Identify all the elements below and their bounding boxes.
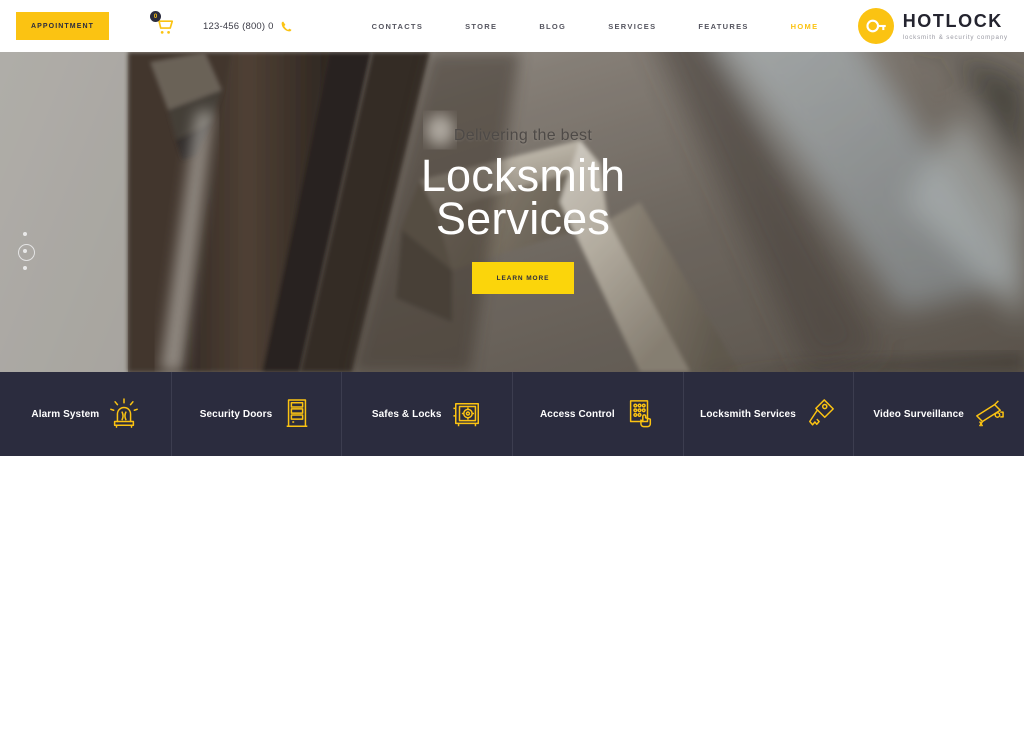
nav-item-home[interactable]: HOME	[770, 22, 840, 31]
phone-number: 123-456 (800) 0	[203, 20, 274, 32]
nav-item-features[interactable]: FEATURES	[677, 22, 769, 31]
site-logo[interactable]: HOTLOCK locksmith & security company	[857, 8, 1008, 44]
hero-slider: Delivering the best Locksmith Services L…	[0, 52, 1024, 372]
hero-title-line-2: Services	[435, 193, 611, 244]
service-label: Safes & Locks	[371, 408, 442, 420]
hero-content: Delivering the best Locksmith Services L…	[0, 52, 1024, 372]
key-icon	[808, 399, 834, 426]
shopping-cart-button[interactable]: 0	[150, 11, 175, 37]
service-label: Video Surveillance	[873, 408, 964, 420]
service-item-alarm-system[interactable]: Alarm System	[0, 372, 171, 456]
slider-dot-3[interactable]	[23, 266, 27, 270]
logo-text-block: HOTLOCK locksmith & security company	[903, 12, 1008, 41]
main-navigation: CONTACTS STORE BLOG SERVICES FEATURES HO…	[351, 22, 840, 31]
nav-item-services[interactable]: SERVICES	[587, 22, 677, 31]
service-item-security-doors[interactable]: Security Doors	[170, 372, 342, 456]
cart-count-badge: 0	[150, 11, 161, 22]
logo-tagline: locksmith & security company	[902, 33, 1008, 41]
alarm-siren-icon	[110, 398, 139, 428]
top-navigation-bar: APPOINTMENT 0 123-456 (800) 0 CONTACTS S…	[0, 0, 1024, 52]
hero-title: Locksmith Services	[420, 150, 626, 244]
hero-learn-more-button[interactable]: LEARN MORE	[472, 262, 574, 294]
services-quicklinks-bar: Alarm System Security Doors Safes & Lock…	[0, 372, 1024, 456]
slider-pagination	[17, 232, 35, 270]
hero-subtitle: Delivering the best	[453, 127, 593, 144]
service-item-access-control[interactable]: Access Control	[512, 372, 683, 456]
safe-icon	[452, 402, 479, 427]
welcome-section: Welcome We provide services for multiple…	[0, 456, 1024, 745]
nav-item-store[interactable]: STORE	[444, 22, 518, 31]
slider-dot-2[interactable]	[17, 243, 35, 261]
nav-item-contacts[interactable]: CONTACTS	[351, 22, 445, 31]
logo-title: HOTLOCK	[902, 10, 1003, 31]
keypad-hand-icon	[629, 400, 651, 428]
security-door-icon	[286, 399, 308, 427]
phone-link[interactable]: 123-456 (800) 0	[203, 20, 293, 33]
logo-mark	[857, 8, 894, 44]
service-item-locksmith-services[interactable]: Locksmith Services	[682, 372, 854, 456]
phone-icon	[281, 21, 291, 31]
page-root: APPOINTMENT 0 123-456 (800) 0 CONTACTS S…	[0, 0, 1024, 745]
cctv-camera-icon	[976, 400, 1004, 427]
service-label: Security Doors	[199, 408, 273, 420]
service-label: Access Control	[539, 408, 615, 420]
nav-item-blog[interactable]: BLOG	[518, 22, 587, 31]
service-item-video-surveillance[interactable]: Video Surveillance	[853, 372, 1024, 456]
appointment-button[interactable]: APPOINTMENT	[16, 12, 109, 40]
hero-title-line-1: Locksmith	[420, 150, 626, 201]
service-item-safes-locks[interactable]: Safes & Locks	[341, 372, 512, 456]
key-lock-icon	[866, 19, 886, 33]
service-label: Locksmith Services	[700, 408, 796, 420]
slider-dot-1[interactable]	[23, 232, 27, 236]
service-label: Alarm System	[31, 408, 100, 420]
